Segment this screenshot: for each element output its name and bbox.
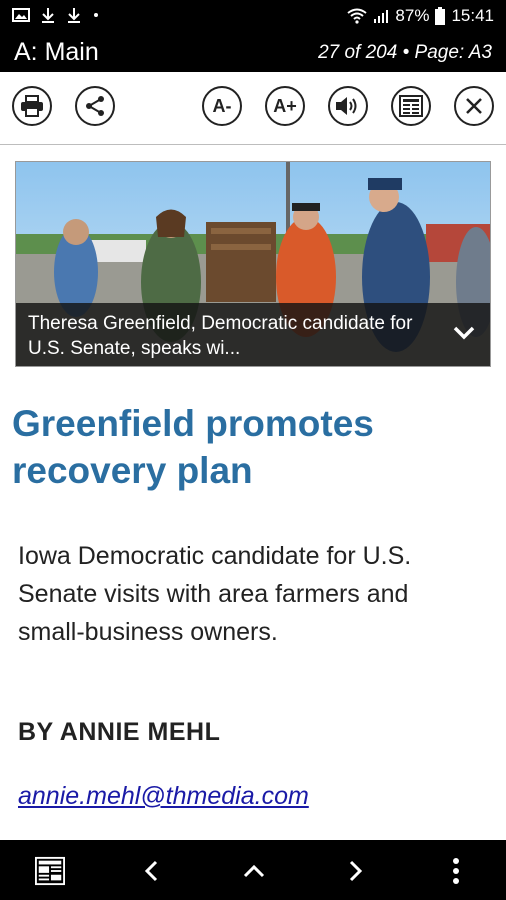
article-toolbar: A- A+ — [0, 72, 506, 145]
status-bar: 87% 15:41 — [0, 0, 506, 34]
up-button[interactable] — [239, 856, 269, 886]
font-decrease-button[interactable]: A- — [202, 86, 242, 126]
more-button[interactable] — [441, 856, 471, 886]
photo-caption[interactable]: Theresa Greenfield, Democratic candidate… — [16, 303, 490, 366]
previous-button[interactable] — [137, 856, 167, 886]
speaker-icon — [336, 97, 357, 115]
battery-percent: 87% — [395, 6, 430, 25]
page-position: 27 of 204 • Page: A3 — [318, 42, 492, 63]
share-icon — [86, 96, 104, 116]
previous-icon — [144, 860, 158, 882]
printer-icon — [21, 95, 43, 117]
author-email-link[interactable]: annie.mehl@thmedia.com — [18, 782, 309, 811]
chevron-down-icon[interactable] — [450, 319, 478, 347]
page-view-icon — [399, 95, 423, 117]
print-button[interactable] — [12, 86, 52, 126]
wifi-icon — [347, 8, 368, 24]
caption-text: Theresa Greenfield, Democratic candidate… — [28, 313, 413, 359]
audio-button[interactable] — [328, 86, 368, 126]
page-thumbnail-icon — [35, 856, 65, 886]
battery-icon — [435, 7, 446, 25]
up-icon — [243, 864, 265, 878]
page-thumbnail-button[interactable] — [35, 856, 65, 886]
page-view-button[interactable] — [391, 86, 431, 126]
font-increase-button[interactable]: A+ — [265, 86, 305, 126]
title-bar: A: Main 27 of 204 • Page: A3 — [0, 34, 506, 72]
image-icon — [12, 8, 30, 22]
download-icon — [68, 8, 80, 23]
article-headline: Greenfield promotes recovery plan — [12, 403, 374, 491]
download-icon — [42, 8, 54, 23]
close-button[interactable] — [454, 86, 494, 126]
share-button[interactable] — [75, 86, 115, 126]
next-icon — [349, 860, 363, 882]
signal-icon — [374, 10, 389, 23]
article-subheadline: Iowa Democratic candidate for U.S. Senat… — [18, 542, 412, 646]
status-indicators: 87% 15:41 — [347, 6, 494, 26]
article-byline: BY ANNIE MEHL — [18, 718, 221, 746]
bottom-nav — [0, 840, 506, 900]
section-title: A: Main — [14, 38, 99, 66]
article-photo[interactable]: Theresa Greenfield, Democratic candidate… — [15, 161, 491, 367]
more-icon — [453, 858, 459, 884]
close-icon — [466, 98, 482, 114]
clock: 15:41 — [451, 6, 494, 25]
next-button[interactable] — [340, 856, 370, 886]
notification-icons — [12, 7, 100, 23]
dot-icon — [94, 13, 98, 17]
